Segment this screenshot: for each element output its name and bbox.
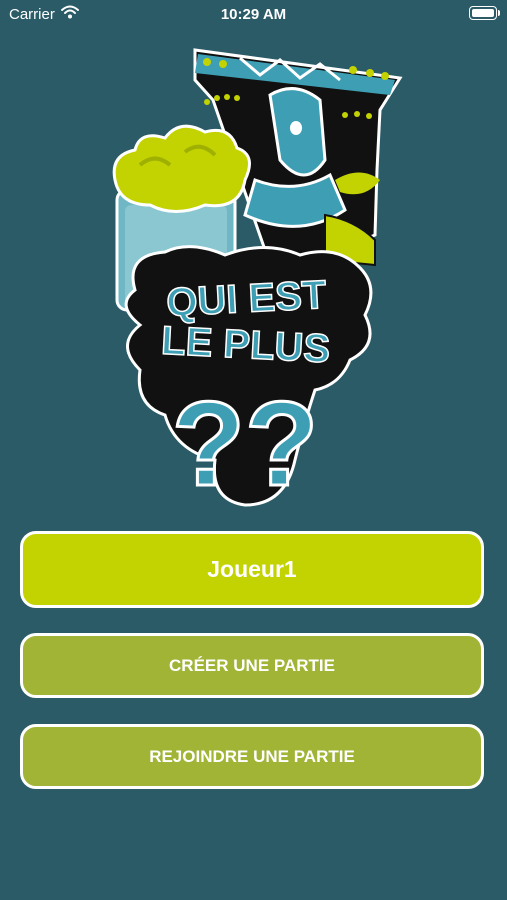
- logo-line-1: QUI EST: [165, 273, 327, 325]
- title-cloud: QUI EST LE PLUS ??: [124, 245, 373, 513]
- status-bar: Carrier 10:29 AM: [0, 0, 507, 28]
- join-game-button[interactable]: REJOINDRE UNE PARTIE: [20, 724, 484, 789]
- player-name-label: Joueur1: [207, 556, 297, 582]
- game-logo: QUI EST LE PLUS ??: [112, 48, 403, 513]
- player-name-button[interactable]: Joueur1: [20, 531, 484, 608]
- logo-line-2: LE PLUS: [160, 319, 331, 372]
- join-game-label: REJOINDRE UNE PARTIE: [149, 746, 355, 766]
- battery-icon: [469, 6, 500, 20]
- logo-question-marks: ??: [172, 377, 319, 511]
- create-game-label: CRÉER UNE PARTIE: [169, 655, 335, 675]
- create-game-button[interactable]: CRÉER UNE PARTIE: [20, 633, 484, 698]
- status-time: 10:29 AM: [220, 6, 287, 23]
